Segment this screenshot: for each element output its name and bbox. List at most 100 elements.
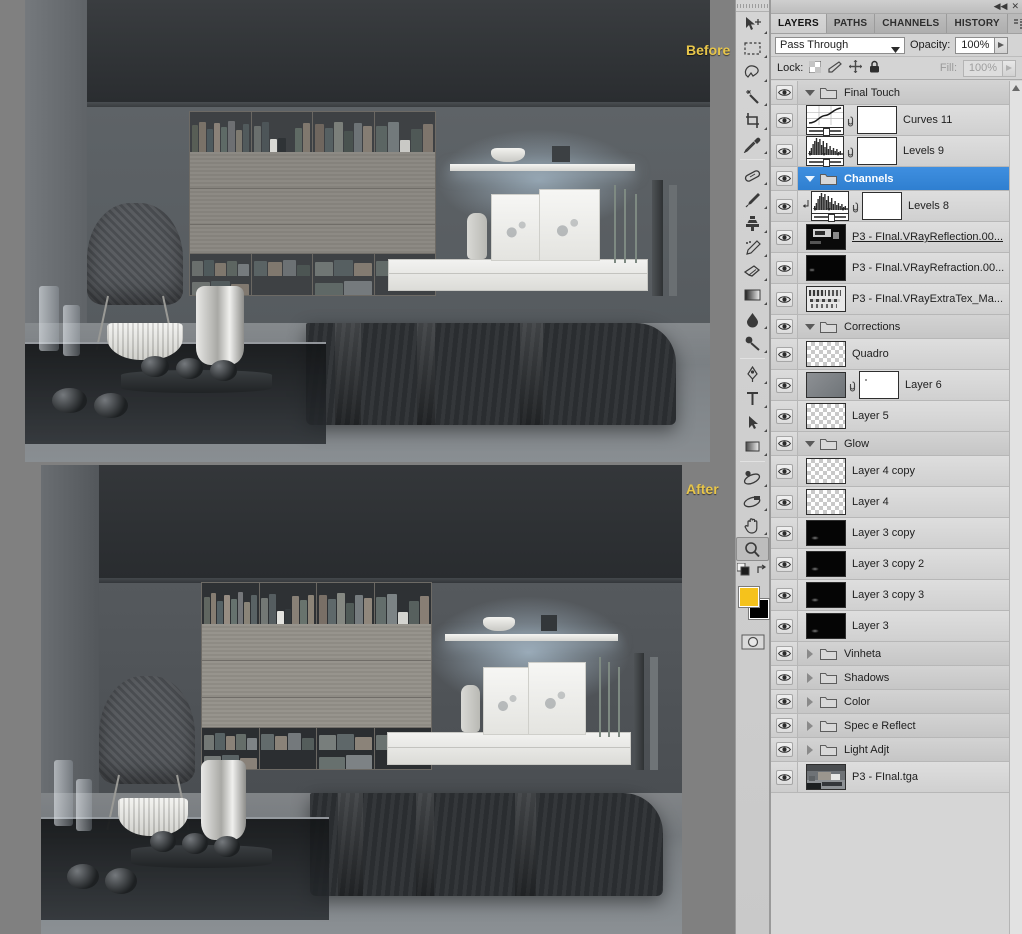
layer-row[interactable]: Layer 4	[771, 487, 1010, 518]
rectangle-tool[interactable]	[736, 434, 769, 458]
layer-thumbnail-group[interactable]	[806, 286, 846, 312]
layer-thumbnail[interactable]	[806, 582, 846, 608]
eye-icon[interactable]	[775, 556, 793, 572]
zoom-tool[interactable]	[736, 537, 769, 561]
layer-mask-thumbnail[interactable]	[857, 137, 897, 165]
eye-icon[interactable]	[775, 319, 793, 334]
layer-thumbnail-group[interactable]	[806, 341, 846, 367]
layer-thumbnail[interactable]	[806, 372, 846, 398]
levels-adjustment-thumbnail[interactable]	[811, 191, 849, 222]
layer-name[interactable]: Final Touch	[844, 87, 900, 99]
lasso-tool[interactable]	[736, 60, 769, 84]
layer-name[interactable]: Curves 11	[903, 114, 952, 126]
tab-layers[interactable]: LAYERS	[771, 14, 827, 33]
layer-thumbnail[interactable]	[806, 520, 846, 546]
layer-visibility-toggle[interactable]	[771, 191, 798, 221]
layer-visibility-toggle[interactable]	[771, 401, 798, 431]
eye-icon[interactable]	[775, 143, 793, 159]
layer-thumbnail[interactable]	[806, 341, 846, 367]
layer-name[interactable]: Shadows	[844, 672, 889, 684]
close-panel-icon[interactable]: ✕	[1011, 2, 1019, 11]
lock-image-pixels-icon[interactable]	[828, 60, 843, 76]
tab-history[interactable]: HISTORY	[947, 14, 1008, 33]
spot-healing-brush-tool[interactable]	[736, 163, 769, 187]
blend-mode-select[interactable]: Pass Through	[775, 36, 905, 54]
layer-thumbnail-group[interactable]	[806, 371, 899, 399]
layer-visibility-toggle[interactable]	[771, 666, 798, 689]
layer-row[interactable]: Layer 3 copy 2	[771, 549, 1010, 580]
layer-row[interactable]: Layer 4 copy	[771, 456, 1010, 487]
layer-thumbnail[interactable]	[806, 403, 846, 429]
rectangular-marquee-tool[interactable]	[736, 36, 769, 60]
eye-icon[interactable]	[775, 769, 793, 785]
blur-tool[interactable]	[736, 307, 769, 331]
layer-name[interactable]: Layer 4	[852, 496, 889, 508]
eye-icon[interactable]	[775, 463, 793, 479]
layer-name[interactable]: Light Adjt	[844, 744, 889, 756]
layer-thumbnail-group[interactable]	[806, 551, 846, 577]
opacity-slider-toggle[interactable]	[995, 36, 1009, 54]
link-mask-icon[interactable]	[844, 145, 857, 158]
history-brush-tool[interactable]	[736, 235, 769, 259]
layers-panel[interactable]: ◀◀ ✕ LAYERS PATHS CHANNELS HISTORY Pass …	[770, 0, 1022, 934]
foreground-color-swatch[interactable]	[738, 586, 760, 608]
lock-transparent-pixels-icon[interactable]	[808, 60, 822, 76]
layer-visibility-toggle[interactable]	[771, 253, 798, 283]
eye-icon[interactable]	[775, 436, 793, 451]
layer-row[interactable]: Layer 5	[771, 401, 1010, 432]
layer-visibility-toggle[interactable]	[771, 222, 798, 252]
curves-adjustment-thumbnail[interactable]	[806, 105, 844, 136]
layer-row[interactable]: P3 - FInal.VRayExtraTex_Ma...	[771, 284, 1010, 315]
layer-visibility-toggle[interactable]	[771, 690, 798, 713]
layer-row[interactable]: Quadro	[771, 339, 1010, 370]
swap-colors-icon[interactable]	[756, 563, 769, 581]
layer-name[interactable]: P3 - FInal.VRayExtraTex_Ma...	[852, 293, 1003, 305]
layer-name[interactable]: Layer 3	[852, 620, 889, 632]
layer-row[interactable]: Layer 3 copy	[771, 518, 1010, 549]
scrollbar-track[interactable]	[1010, 94, 1022, 934]
layer-row[interactable]: Curves 11	[771, 105, 1010, 136]
group-expand-triangle[interactable]	[802, 720, 818, 731]
layer-name[interactable]: Levels 8	[908, 200, 949, 212]
clone-stamp-tool[interactable]	[736, 211, 769, 235]
layer-thumbnail[interactable]	[806, 458, 846, 484]
3d-camera-orbit-tool[interactable]	[736, 489, 769, 513]
layer-name[interactable]: P3 - FInal.tga	[852, 771, 918, 783]
magic-wand-tool[interactable]	[736, 84, 769, 108]
layer-visibility-toggle[interactable]	[771, 105, 798, 135]
layer-row[interactable]: Final Touch	[771, 81, 1010, 105]
lock-all-icon[interactable]	[869, 60, 880, 76]
3d-object-rotate-tool[interactable]	[736, 465, 769, 489]
dodge-tool[interactable]	[736, 331, 769, 355]
layer-name[interactable]: Layer 3 copy 3	[852, 589, 924, 601]
layer-name[interactable]: Layer 3 copy 2	[852, 558, 924, 570]
layer-list-rows[interactable]: Final Touch Curves 11 Levels 9 Channels Leve…	[771, 81, 1010, 934]
panel-tabs[interactable]: LAYERS PATHS CHANNELS HISTORY	[771, 14, 1022, 34]
layer-thumbnail-group[interactable]	[806, 255, 846, 281]
layer-name[interactable]: Layer 3 copy	[852, 527, 915, 539]
document-canvas[interactable]: Before After	[0, 0, 735, 934]
pen-tool[interactable]	[736, 362, 769, 386]
layer-row[interactable]: Spec e Reflect	[771, 714, 1010, 738]
layer-visibility-toggle[interactable]	[771, 580, 798, 610]
layer-thumbnail[interactable]	[806, 224, 846, 250]
panel-titlebar[interactable]: ◀◀ ✕	[771, 0, 1022, 14]
toolbar-drag-handle[interactable]	[736, 0, 769, 12]
eye-icon[interactable]	[775, 618, 793, 634]
layer-thumbnail-group[interactable]	[806, 403, 846, 429]
eyedropper-tool[interactable]	[736, 132, 769, 156]
layer-visibility-toggle[interactable]	[771, 611, 798, 641]
eye-icon[interactable]	[775, 494, 793, 510]
opacity-input[interactable]: 100%	[955, 36, 996, 54]
eye-icon[interactable]	[775, 670, 793, 685]
link-mask-icon[interactable]	[849, 200, 862, 213]
layer-visibility-toggle[interactable]	[771, 714, 798, 737]
layer-visibility-toggle[interactable]	[771, 518, 798, 548]
brush-tool[interactable]	[736, 187, 769, 211]
eraser-tool[interactable]	[736, 259, 769, 283]
eye-icon[interactable]	[775, 718, 793, 733]
hand-tool[interactable]	[736, 513, 769, 537]
default-colors-icon[interactable]	[736, 562, 750, 581]
layer-name[interactable]: Quadro	[852, 348, 889, 360]
tab-channels[interactable]: CHANNELS	[875, 14, 948, 33]
